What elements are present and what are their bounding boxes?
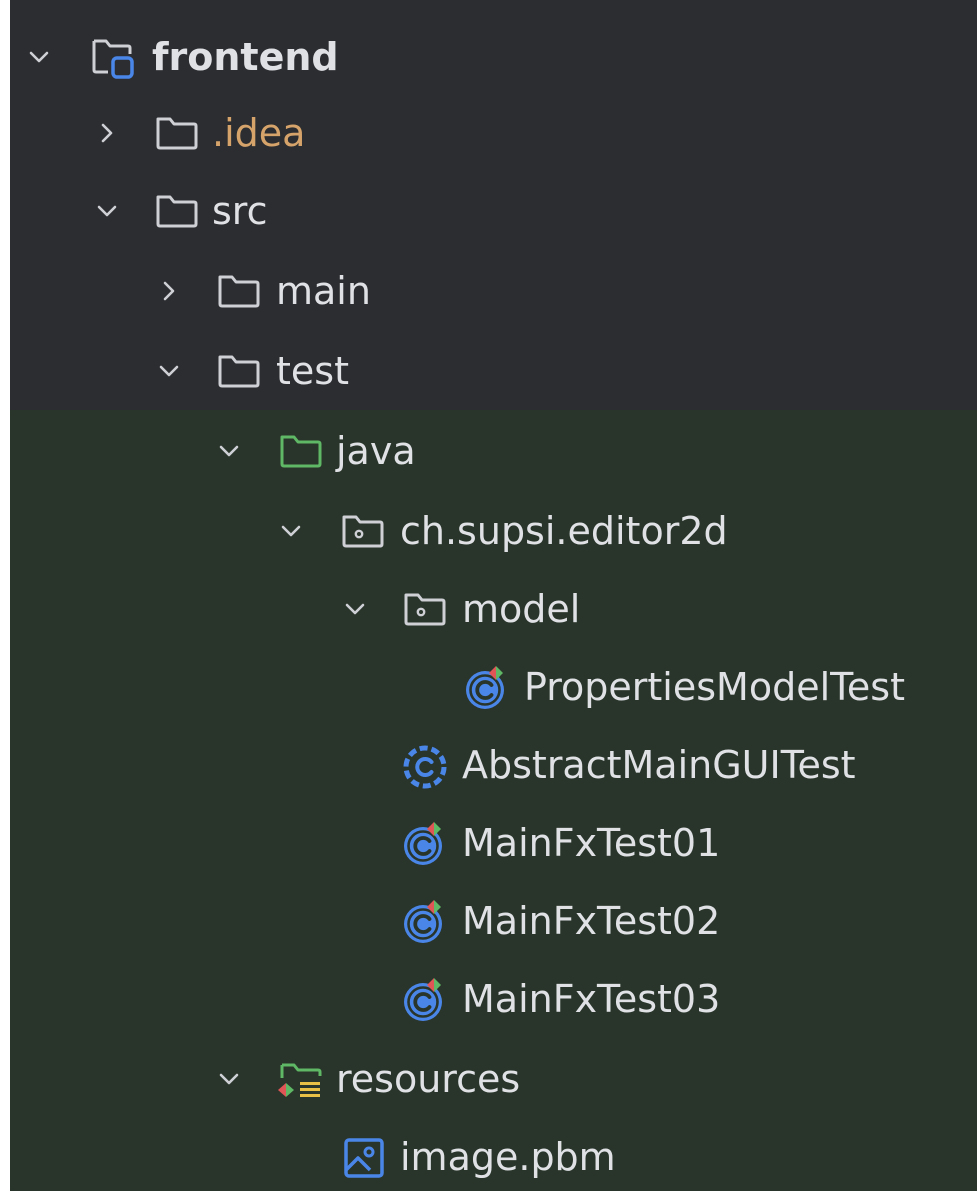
abstract-class-icon [400, 740, 450, 790]
tree-node-src[interactable]: src [10, 172, 977, 250]
folder-icon [152, 186, 202, 236]
folder-icon [214, 266, 264, 316]
tree-node-package-model[interactable]: model [10, 566, 977, 644]
test-sources-folder-icon [276, 426, 326, 476]
chevron-right-icon[interactable] [156, 278, 182, 304]
tree-node-label: MainFxTest03 [462, 977, 721, 1021]
tree-node-image-pbm[interactable]: image.pbm [10, 1112, 977, 1191]
tree-node-test[interactable]: test [10, 328, 977, 410]
package-icon [400, 584, 450, 634]
test-class-icon [400, 974, 450, 1024]
project-tree: frontend .idea src main test java ch.sup… [10, 0, 977, 1191]
chevron-down-icon[interactable] [342, 596, 368, 622]
chevron-down-icon[interactable] [156, 358, 182, 384]
chevron-down-icon[interactable] [216, 1066, 242, 1092]
tree-node-label: PropertiesModelTest [524, 665, 905, 709]
tree-node-label: .idea [212, 111, 306, 155]
tree-node-main[interactable]: main [10, 250, 977, 328]
tree-node-properties-model-test[interactable]: PropertiesModelTest [10, 644, 977, 722]
tree-node-label: resources [336, 1057, 521, 1101]
chevron-down-icon[interactable] [26, 44, 52, 70]
tree-node-idea[interactable]: .idea [10, 94, 977, 172]
tree-node-resources[interactable]: resources [10, 1034, 977, 1112]
tree-node-abstract-main-gui-test[interactable]: AbstractMainGUITest [10, 722, 977, 800]
image-file-icon [338, 1132, 388, 1182]
tree-node-label: main [276, 269, 371, 313]
folder-icon [214, 346, 264, 396]
tree-node-label: ch.supsi.editor2d [400, 509, 728, 553]
tree-node-label: frontend [152, 35, 339, 79]
tree-node-frontend[interactable]: frontend [10, 0, 977, 94]
tree-node-label: model [462, 587, 581, 631]
tree-node-package-editor2d[interactable]: ch.supsi.editor2d [10, 488, 977, 566]
tree-node-label: image.pbm [400, 1135, 616, 1179]
test-class-icon [400, 818, 450, 868]
test-resources-folder-icon [276, 1054, 326, 1104]
package-icon [338, 506, 388, 556]
tree-node-label: java [336, 429, 416, 473]
chevron-right-icon[interactable] [94, 120, 120, 146]
chevron-down-icon[interactable] [94, 198, 120, 224]
tree-node-label: AbstractMainGUITest [462, 743, 856, 787]
chevron-down-icon[interactable] [216, 438, 242, 464]
tree-node-java[interactable]: java [10, 410, 977, 488]
tree-node-main-fx-test-01[interactable]: MainFxTest01 [10, 800, 977, 878]
test-class-icon [462, 662, 512, 712]
test-class-icon [400, 896, 450, 946]
folder-icon [152, 108, 202, 158]
tree-node-label: src [212, 189, 268, 233]
tree-node-label: MainFxTest02 [462, 899, 721, 943]
tree-node-main-fx-test-02[interactable]: MainFxTest02 [10, 878, 977, 956]
tree-node-label: MainFxTest01 [462, 821, 721, 865]
tree-node-main-fx-test-03[interactable]: MainFxTest03 [10, 956, 977, 1034]
tree-node-label: test [276, 349, 349, 393]
chevron-down-icon[interactable] [278, 518, 304, 544]
module-folder-icon [88, 32, 138, 82]
